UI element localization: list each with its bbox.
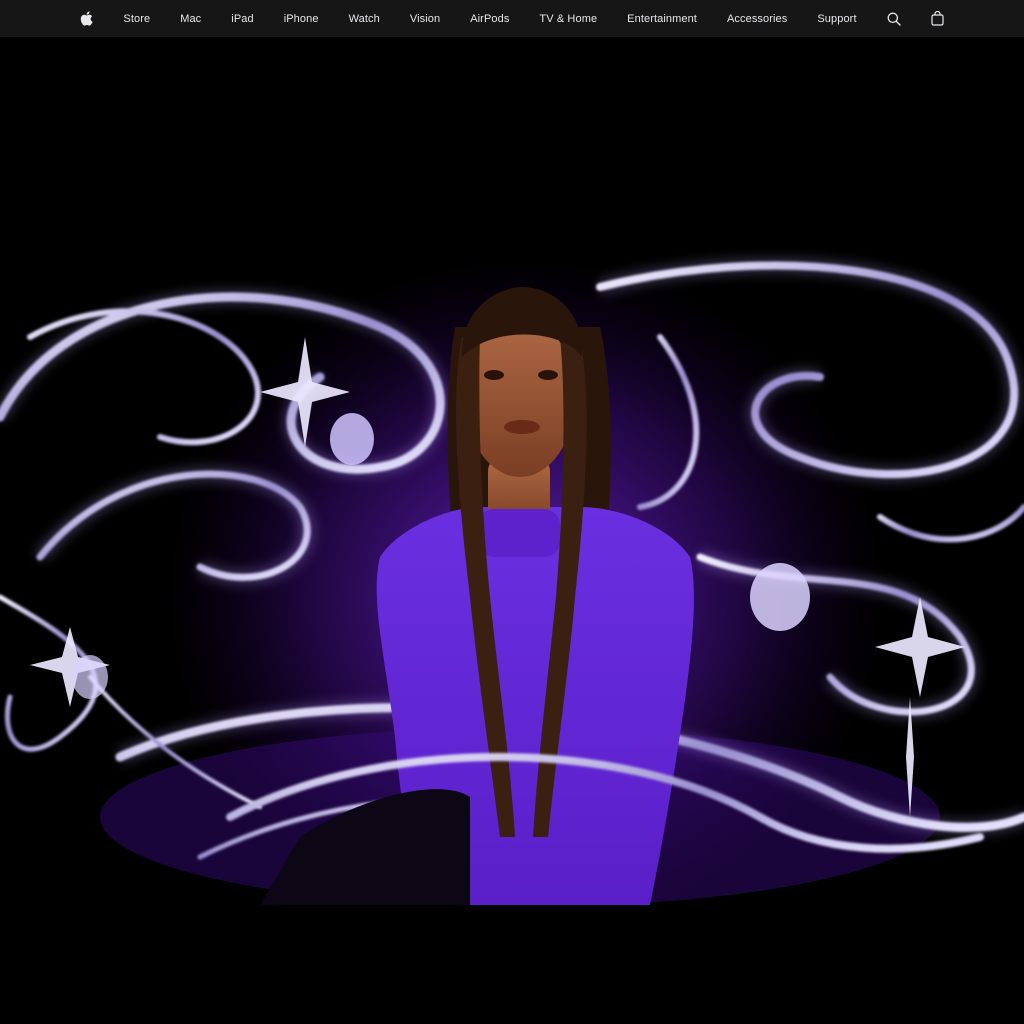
hero-artwork	[0, 37, 1024, 905]
nav-item-watch[interactable]: Watch	[334, 0, 395, 37]
nav-item-accessories[interactable]: Accessories	[712, 0, 802, 37]
page-footer-area	[0, 905, 1024, 1024]
global-nav: Store Mac iPad iPhone Watch Vision AirPo…	[0, 0, 1024, 37]
nav-item-iphone[interactable]: iPhone	[269, 0, 334, 37]
nav-item-store[interactable]: Store	[108, 0, 165, 37]
nav-item-vision[interactable]: Vision	[395, 0, 455, 37]
nav-list: Store Mac iPad iPhone Watch Vision AirPo…	[65, 0, 958, 37]
bag-icon[interactable]	[916, 0, 959, 37]
nav-item-airpods[interactable]: AirPods	[455, 0, 524, 37]
apple-logo-icon[interactable]	[65, 0, 108, 37]
nav-item-ipad[interactable]: iPad	[216, 0, 268, 37]
nav-item-tv-home[interactable]: TV & Home	[524, 0, 612, 37]
hero-section	[0, 37, 1024, 905]
search-icon[interactable]	[872, 0, 916, 37]
nav-item-entertainment[interactable]: Entertainment	[612, 0, 712, 37]
nav-item-support[interactable]: Support	[802, 0, 871, 37]
nav-item-mac[interactable]: Mac	[165, 0, 216, 37]
